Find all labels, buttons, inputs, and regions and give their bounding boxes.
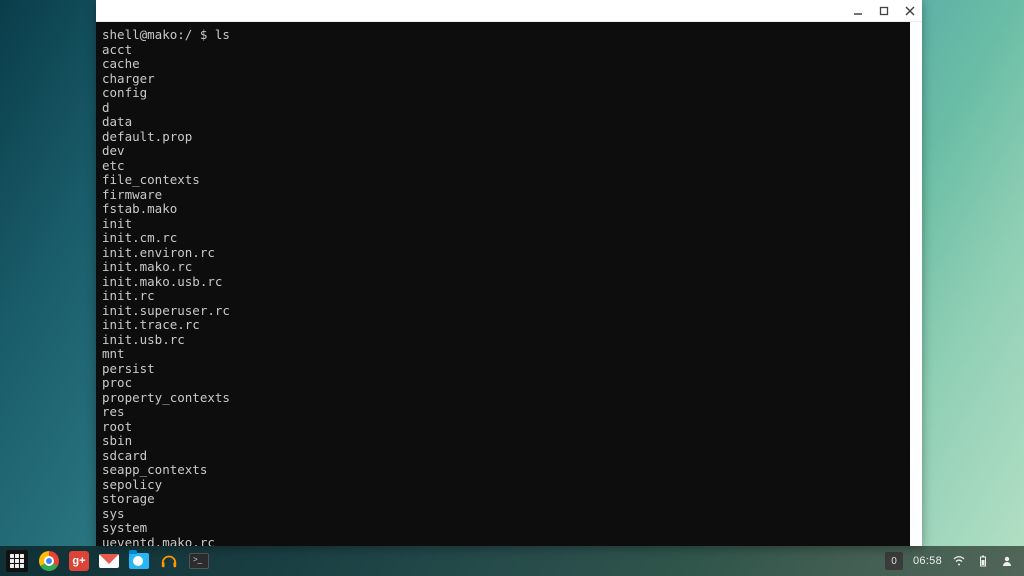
terminal-output-line: firmware [102, 188, 904, 203]
files-app[interactable] [128, 550, 150, 572]
terminal-output-line: mnt [102, 347, 904, 362]
terminal-output-line: sys [102, 507, 904, 522]
terminal-window: shell@mako:/ $ lsacctcachechargerconfigd… [96, 0, 922, 546]
terminal-prompt: shell@mako:/ $ [102, 27, 215, 42]
close-icon[interactable] [904, 5, 916, 17]
terminal-command: ls [215, 27, 230, 42]
files-icon [129, 553, 149, 569]
maximize-icon[interactable] [878, 5, 890, 17]
terminal-output-line: init.rc [102, 289, 904, 304]
terminal-output-line: fstab.mako [102, 202, 904, 217]
window-titlebar [96, 0, 922, 22]
terminal-icon: >_ [189, 553, 209, 569]
terminal-output-line: init.environ.rc [102, 246, 904, 261]
terminal-output-line: init [102, 217, 904, 232]
terminal-output-line: init.usb.rc [102, 333, 904, 348]
terminal-output-line: property_contexts [102, 391, 904, 406]
terminal-output-line: sepolicy [102, 478, 904, 493]
chrome-app[interactable] [38, 550, 60, 572]
apps-grid-icon [10, 554, 24, 568]
terminal-prompt-line: shell@mako:/ $ ls [102, 28, 904, 43]
headphones-icon [160, 553, 178, 569]
terminal-output-line: sbin [102, 434, 904, 449]
shelf: g+ >_ 0 06:58 [0, 546, 1024, 576]
gmail-app[interactable] [98, 550, 120, 572]
status-tray[interactable]: 0 06:58 [885, 552, 1018, 570]
terminal-output-line: config [102, 86, 904, 101]
music-app[interactable] [158, 550, 180, 572]
terminal-output-line: acct [102, 43, 904, 58]
terminal-output-line: data [102, 115, 904, 130]
terminal-output-line: init.mako.rc [102, 260, 904, 275]
terminal-output-line: etc [102, 159, 904, 174]
desktop-wallpaper: shell@mako:/ $ lsacctcachechargerconfigd… [0, 0, 1024, 546]
google-plus-app[interactable]: g+ [68, 550, 90, 572]
notification-badge[interactable]: 0 [885, 552, 903, 570]
terminal-output-line: init.cm.rc [102, 231, 904, 246]
terminal-output-line: storage [102, 492, 904, 507]
google-plus-icon: g+ [69, 551, 89, 571]
terminal-output-line: sdcard [102, 449, 904, 464]
terminal-output-line: d [102, 101, 904, 116]
minimize-icon[interactable] [852, 5, 864, 17]
shelf-apps: g+ >_ [38, 550, 210, 572]
terminal-app[interactable]: >_ [188, 550, 210, 572]
terminal-output[interactable]: shell@mako:/ $ lsacctcachechargerconfigd… [96, 22, 922, 546]
terminal-output-line: res [102, 405, 904, 420]
terminal-output-line: proc [102, 376, 904, 391]
terminal-output-line: root [102, 420, 904, 435]
gmail-icon [99, 554, 119, 568]
clock: 06:58 [913, 555, 942, 567]
terminal-output-line: dev [102, 144, 904, 159]
terminal-output-line: persist [102, 362, 904, 377]
terminal-output-line: charger [102, 72, 904, 87]
terminal-output-line: cache [102, 57, 904, 72]
avatar-icon [1000, 554, 1014, 568]
terminal-output-line: init.trace.rc [102, 318, 904, 333]
terminal-output-line: init.mako.usb.rc [102, 275, 904, 290]
terminal-output-line: system [102, 521, 904, 536]
launcher-button[interactable] [6, 550, 28, 572]
terminal-output-line: seapp_contexts [102, 463, 904, 478]
wifi-icon [952, 554, 966, 568]
terminal-output-line: default.prop [102, 130, 904, 145]
terminal-output-line: init.superuser.rc [102, 304, 904, 319]
terminal-output-line: file_contexts [102, 173, 904, 188]
battery-icon [976, 554, 990, 568]
terminal-output-line: ueventd.mako.rc [102, 536, 904, 547]
chrome-icon [39, 551, 59, 571]
